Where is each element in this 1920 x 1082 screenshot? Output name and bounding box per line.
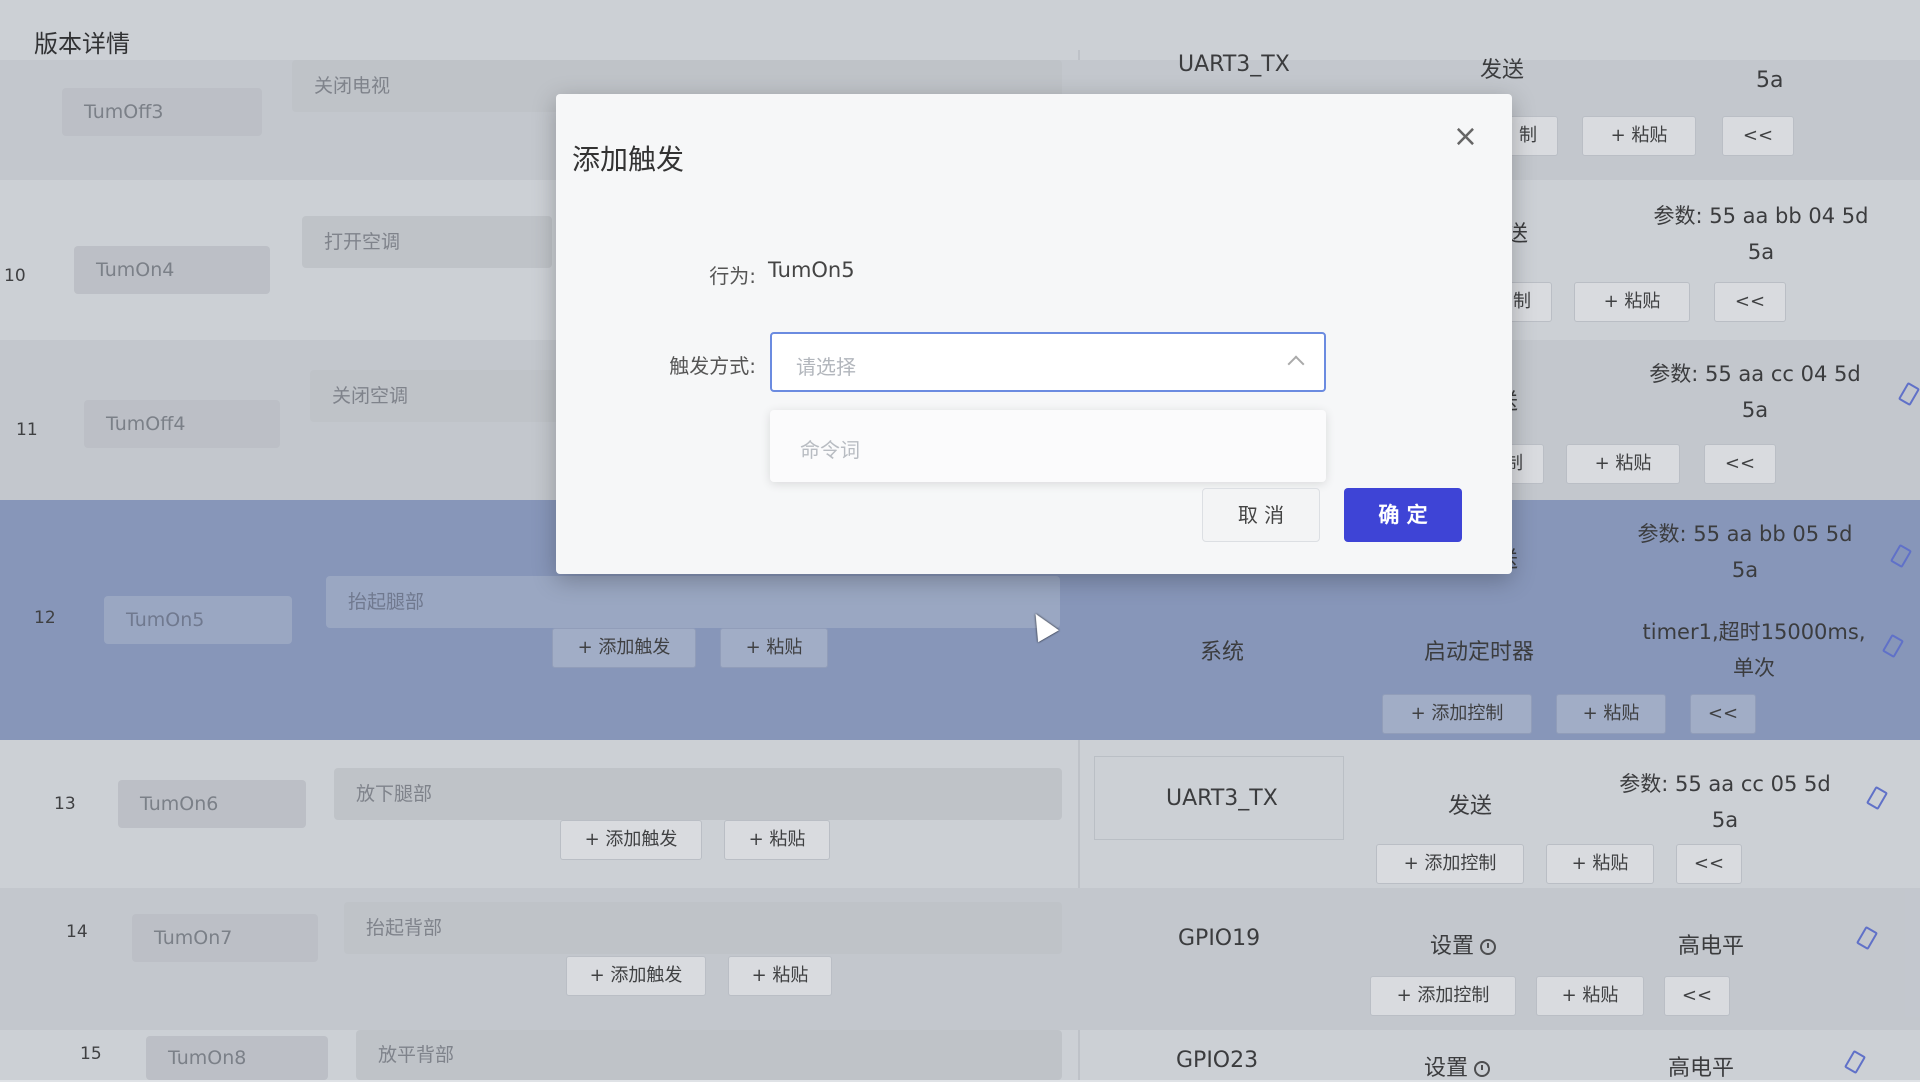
chevron-up-icon [1287,355,1305,373]
confirm-button[interactable]: 确 定 [1344,488,1462,542]
trigger-mode-dropdown: 命令词 [770,410,1326,482]
trigger-mode-label: 触发方式: [669,354,756,378]
add-trigger-dialog: 添加触发 × 行为: TumOn5 触发方式: 请选择 命令词 取 消 确 定 [556,94,1512,574]
behavior-label: 行为: [709,264,756,288]
close-icon[interactable]: × [1453,122,1478,152]
dropdown-option[interactable]: 命令词 [800,434,860,463]
select-placeholder: 请选择 [796,355,856,379]
behavior-value: TumOn5 [768,258,855,282]
dialog-title: 添加触发 [572,143,685,176]
cancel-button[interactable]: 取 消 [1202,488,1320,542]
trigger-mode-select[interactable]: 请选择 [770,332,1326,392]
